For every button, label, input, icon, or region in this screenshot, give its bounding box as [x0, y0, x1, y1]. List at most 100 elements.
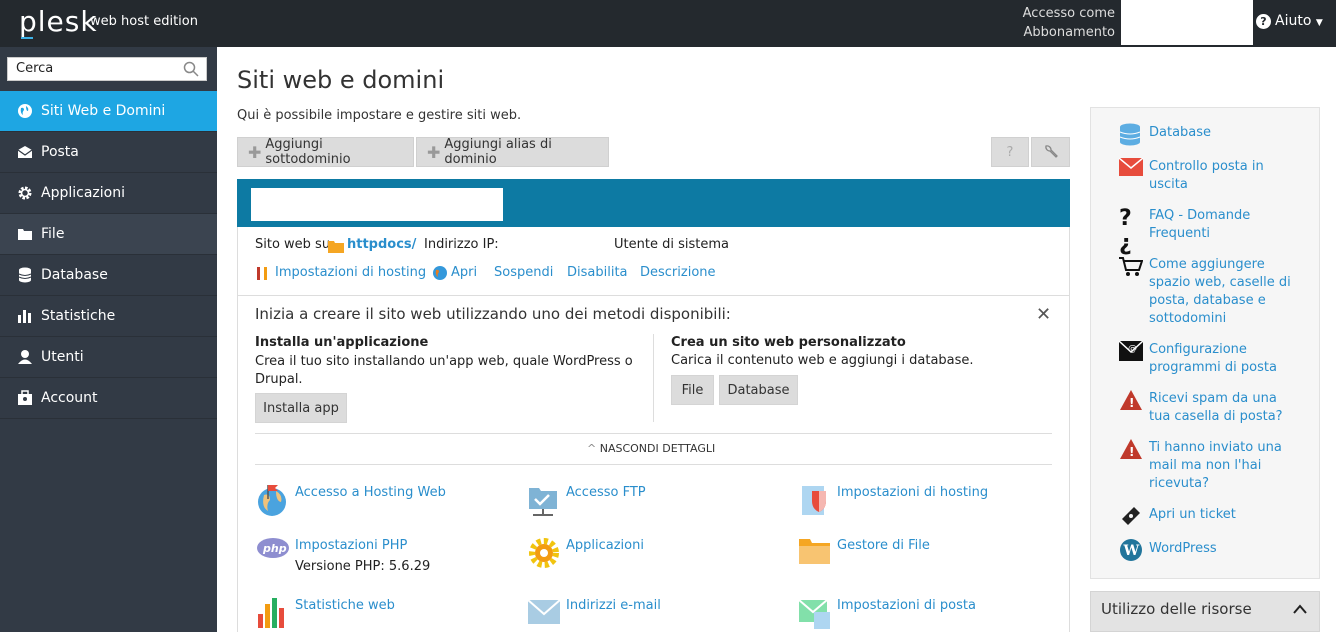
- svg-text:!: !: [1129, 396, 1134, 410]
- access-info: Accesso come Abbonamento: [1023, 4, 1115, 42]
- hosting-settings-icon: [255, 265, 271, 285]
- access-line-1: Accesso come: [1022, 6, 1115, 21]
- add-alias-label: Aggiungi alias di dominio: [444, 137, 552, 167]
- sidebar: Cerca Siti Web e Domini Posta Applicazio…: [0, 47, 217, 632]
- website-at-label: Sito web su: [255, 237, 331, 252]
- help-menu[interactable]: ? Aiuto ▼: [1256, 13, 1323, 29]
- plesk-logo[interactable]: plesk: [19, 5, 98, 39]
- sidebar-item-label: Statistiche: [41, 308, 116, 324]
- tools-button[interactable]: [1031, 137, 1070, 167]
- plus-icon: ✚: [427, 142, 441, 162]
- ftp-folder-icon: [527, 483, 561, 517]
- svg-text:php: php: [262, 542, 287, 555]
- chevron-up-icon: [1293, 604, 1307, 614]
- edition-label: web host edition: [90, 14, 198, 29]
- sidebar-item-label: Posta: [41, 144, 79, 160]
- add-subdomain-label: Aggiungi sottodominio: [265, 137, 351, 167]
- sidebar-item-websites[interactable]: Siti Web e Domini: [0, 91, 217, 132]
- sidebar-item-label: Utenti: [41, 349, 84, 365]
- warning-icon: !: [1119, 438, 1143, 462]
- help-button[interactable]: ?: [991, 137, 1029, 167]
- tool-php-settings[interactable]: Impostazioni PHP: [295, 538, 407, 553]
- column-divider: [653, 334, 654, 422]
- help-label: Aiuto: [1275, 13, 1312, 29]
- sidebar-item-files[interactable]: File: [0, 214, 217, 255]
- account-icon: [16, 390, 34, 406]
- disable-link[interactable]: Disabilita: [567, 265, 628, 280]
- access-line-2: Abbonamento: [1023, 25, 1115, 40]
- folder-icon: [328, 238, 344, 257]
- php-icon: php: [256, 536, 290, 570]
- custom-site-description: Carica il contenuto web e aggiungi i dat…: [671, 353, 974, 368]
- globe-flag-icon: [256, 483, 290, 517]
- description-link[interactable]: Descrizione: [640, 265, 716, 280]
- question-icon: ?: [1256, 14, 1271, 29]
- user-icon: [16, 349, 34, 365]
- help-link-add-space[interactable]: Come aggiungere spazio web, caselle di p…: [1149, 256, 1299, 328]
- gear-icon: [16, 185, 34, 201]
- tool-hosting-settings[interactable]: Impostazioni di hosting: [837, 485, 988, 500]
- help-links-panel: Database Controllo posta in uscita ?¿ FA…: [1090, 107, 1320, 579]
- bar-chart-icon: [16, 308, 34, 324]
- system-user-label: Utente di sistema: [614, 237, 729, 252]
- question-icon: ?: [1006, 144, 1014, 160]
- globe-icon: [16, 103, 34, 119]
- help-link-spam[interactable]: Ricevi spam da una tua casella di posta?: [1149, 390, 1299, 426]
- gear-icon: [527, 536, 561, 570]
- help-link-faq[interactable]: FAQ - Domande Frequenti: [1149, 207, 1299, 243]
- add-alias-button[interactable]: ✚ Aggiungi alias di dominio: [416, 137, 609, 167]
- getting-started-heading: Inizia a creare il sito web utilizzando …: [255, 305, 731, 323]
- help-link-database[interactable]: Database: [1149, 124, 1299, 142]
- bar-chart-icon: [256, 596, 290, 630]
- hosting-settings-link[interactable]: Impostazioni di hosting: [275, 265, 426, 280]
- tool-web-statistics[interactable]: Statistiche web: [295, 598, 395, 613]
- ticket-icon: [1119, 504, 1143, 528]
- tool-applications[interactable]: Applicazioni: [566, 538, 644, 553]
- sidebar-item-account[interactable]: Account: [0, 378, 217, 419]
- database-icon: [1119, 123, 1143, 147]
- mail-settings-icon: [798, 596, 832, 630]
- domain-name[interactable]: [251, 188, 503, 221]
- help-link-mail-config[interactable]: Configurazione programmi di posta: [1149, 341, 1299, 377]
- sidebar-item-label: Siti Web e Domini: [41, 103, 166, 119]
- sidebar-item-databases[interactable]: Database: [0, 255, 217, 296]
- file-button[interactable]: File: [671, 375, 714, 405]
- install-app-description: Crea il tuo sito installando un'app web,…: [255, 354, 633, 387]
- mail-config-icon: @: [1118, 340, 1144, 365]
- sidebar-item-users[interactable]: Utenti: [0, 337, 217, 378]
- add-subdomain-button[interactable]: ✚ Aggiungi sottodominio: [237, 137, 414, 167]
- help-link-open-ticket[interactable]: Apri un ticket: [1149, 506, 1299, 524]
- tool-hosting-access[interactable]: Accesso a Hosting Web: [295, 485, 446, 500]
- database-icon: [16, 267, 34, 283]
- sidebar-item-statistics[interactable]: Statistiche: [0, 296, 217, 337]
- suspend-link[interactable]: Sospendi: [494, 265, 553, 280]
- tool-email-addresses[interactable]: Indirizzi e-mail: [566, 598, 661, 613]
- divider: [255, 433, 1052, 434]
- chevron-up-icon: ^: [587, 442, 597, 455]
- open-link[interactable]: Apri: [451, 265, 477, 280]
- hide-details-toggle[interactable]: ^ NASCONDI DETTAGLI: [587, 442, 715, 455]
- help-link-wordpress[interactable]: WordPress: [1149, 540, 1299, 558]
- question-icon: ?¿: [1119, 206, 1132, 256]
- docroot-link[interactable]: httpdocs/: [347, 237, 416, 252]
- database-button[interactable]: Database: [719, 375, 798, 405]
- search-input[interactable]: Cerca: [7, 57, 207, 81]
- install-app-title: Installa un'applicazione: [255, 335, 429, 350]
- sidebar-item-applications[interactable]: Applicazioni: [0, 173, 217, 214]
- globe-icon: [432, 265, 448, 285]
- folder-icon: [16, 226, 34, 242]
- install-app-button[interactable]: Installa app: [255, 393, 347, 423]
- help-link-outgoing-mail[interactable]: Controllo posta in uscita: [1149, 158, 1299, 194]
- sidebar-item-mail[interactable]: Posta: [0, 132, 217, 173]
- help-link-missing-mail[interactable]: Ti hanno inviato una mail ma non l'hai r…: [1149, 439, 1299, 493]
- custom-site-title: Crea un sito web personalizzato: [671, 335, 906, 350]
- tool-ftp-access[interactable]: Accesso FTP: [566, 485, 646, 500]
- sidebar-nav: Siti Web e Domini Posta Applicazioni Fil…: [0, 91, 217, 419]
- svg-text:@: @: [1128, 344, 1137, 354]
- envelope-icon: [527, 598, 561, 632]
- tool-mail-settings[interactable]: Impostazioni di posta: [837, 598, 976, 613]
- resources-usage-header[interactable]: Utilizzo delle risorse: [1090, 591, 1320, 632]
- account-menu[interactable]: [1121, 0, 1253, 45]
- close-icon[interactable]: ✕: [1036, 304, 1051, 325]
- tool-file-manager[interactable]: Gestore di File: [837, 538, 930, 553]
